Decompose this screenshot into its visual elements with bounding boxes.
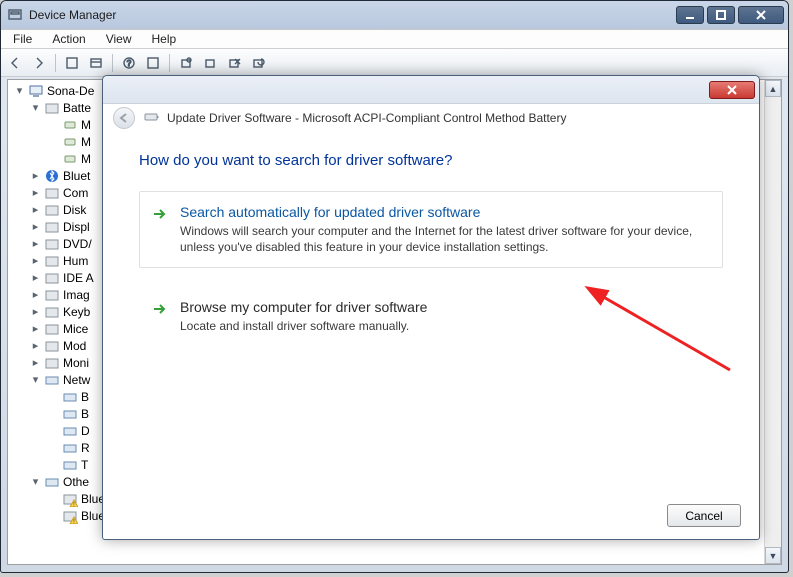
update-driver-dialog: Update Driver Software - Microsoft ACPI-…: [102, 75, 760, 540]
tree-spacer: [48, 391, 59, 402]
tree-spacer: [48, 425, 59, 436]
tree-spacer: [48, 119, 59, 130]
expand-icon[interactable]: ▸: [30, 340, 41, 351]
tree-spacer: [48, 510, 59, 521]
expand-icon[interactable]: ▸: [30, 187, 41, 198]
minimize-button[interactable]: [676, 6, 704, 24]
tree-item-label: DVD/: [63, 237, 92, 251]
tree-item-label: Com: [63, 186, 88, 200]
expand-icon[interactable]: ▸: [30, 357, 41, 368]
option-search-auto-desc: Windows will search your computer and th…: [180, 223, 708, 255]
expand-icon[interactable]: ▸: [30, 238, 41, 249]
expand-icon[interactable]: ▸: [30, 289, 41, 300]
tb-disable[interactable]: [199, 52, 221, 74]
tree-spacer: [48, 153, 59, 164]
tree-spacer: [48, 459, 59, 470]
scrollbar-vertical[interactable]: ▲ ▼: [764, 80, 781, 564]
collapse-icon[interactable]: ▾: [30, 102, 41, 113]
tree-item-label: Moni: [63, 356, 89, 370]
modal-heading: How do you want to search for driver sof…: [139, 152, 723, 169]
expand-icon[interactable]: ▸: [30, 306, 41, 317]
expand-icon[interactable]: ▸: [30, 204, 41, 215]
tree-item-label: D: [81, 424, 90, 438]
tree-item-label: Mod: [63, 339, 86, 353]
cancel-button[interactable]: Cancel: [667, 504, 741, 527]
back-arrow-icon[interactable]: [113, 107, 135, 129]
expand-icon[interactable]: ▸: [30, 272, 41, 283]
arrow-right-icon: [152, 206, 168, 222]
tree-item-label: M: [81, 135, 91, 149]
option-browse-title: Browse my computer for driver software: [180, 299, 708, 315]
tree-item-label: Displ: [63, 220, 90, 234]
window-title: Device Manager: [29, 8, 116, 22]
tb-back[interactable]: [4, 52, 26, 74]
tree-item-label: B: [81, 390, 89, 404]
expand-icon[interactable]: ▸: [30, 170, 41, 181]
menu-help[interactable]: Help: [144, 30, 185, 48]
collapse-icon[interactable]: ▾: [30, 374, 41, 385]
tree-item-label: Imag: [63, 288, 90, 302]
tb-update[interactable]: [175, 52, 197, 74]
close-button[interactable]: [738, 6, 784, 24]
tree-item-label: Sona-De: [47, 84, 94, 98]
tree-item-label: M: [81, 152, 91, 166]
modal-titlebar[interactable]: [103, 76, 759, 104]
modal-device-icon: [143, 109, 159, 128]
toolbar: ?: [1, 49, 788, 77]
tree-item-label: IDE A: [63, 271, 94, 285]
tree-item-label: Disk: [63, 203, 86, 217]
tree-item-label: Hum: [63, 254, 88, 268]
maximize-button[interactable]: [707, 6, 735, 24]
tb-show[interactable]: [61, 52, 83, 74]
tree-item-label: Bluet: [63, 169, 90, 183]
arrow-right-icon: [152, 301, 168, 317]
expand-icon[interactable]: ▸: [30, 323, 41, 334]
tree-spacer: [48, 136, 59, 147]
tb-help[interactable]: ?: [118, 52, 140, 74]
tree-item-label: Othe: [63, 475, 89, 489]
tree-item-label: B: [81, 407, 89, 421]
scroll-up-button[interactable]: ▲: [765, 80, 781, 97]
menu-action[interactable]: Action: [44, 30, 93, 48]
tb-uninstall[interactable]: [223, 52, 245, 74]
tree-spacer: [48, 408, 59, 419]
titlebar[interactable]: Device Manager: [1, 1, 788, 29]
tree-item-label: Netw: [63, 373, 90, 387]
option-search-auto-title: Search automatically for updated driver …: [180, 204, 708, 220]
app-icon: [7, 7, 23, 23]
expand-icon[interactable]: ▸: [30, 255, 41, 266]
option-search-auto[interactable]: Search automatically for updated driver …: [139, 191, 723, 268]
tree-spacer: [48, 493, 59, 504]
tb-forward[interactable]: [28, 52, 50, 74]
collapse-icon[interactable]: ▾: [30, 476, 41, 487]
tree-item-label: R: [81, 441, 90, 455]
tree-item-label: Batte: [63, 101, 91, 115]
option-browse[interactable]: Browse my computer for driver software L…: [139, 286, 723, 347]
tree-item-label: Mice: [63, 322, 88, 336]
scroll-down-button[interactable]: ▼: [765, 547, 781, 564]
svg-text:?: ?: [127, 59, 132, 68]
collapse-icon[interactable]: ▾: [14, 85, 25, 96]
tree-spacer: [48, 442, 59, 453]
tree-item-label: T: [81, 458, 88, 472]
menubar: File Action View Help: [1, 29, 788, 49]
tb-props[interactable]: [85, 52, 107, 74]
modal-close-button[interactable]: [709, 81, 755, 99]
tree-item-label: M: [81, 118, 91, 132]
option-browse-desc: Locate and install driver software manua…: [180, 318, 708, 334]
menu-file[interactable]: File: [5, 30, 40, 48]
tb-rescan[interactable]: [247, 52, 269, 74]
modal-title: Update Driver Software - Microsoft ACPI-…: [167, 111, 566, 125]
menu-view[interactable]: View: [98, 30, 140, 48]
tree-item-label: Keyb: [63, 305, 90, 319]
expand-icon[interactable]: ▸: [30, 221, 41, 232]
tb-scan[interactable]: [142, 52, 164, 74]
